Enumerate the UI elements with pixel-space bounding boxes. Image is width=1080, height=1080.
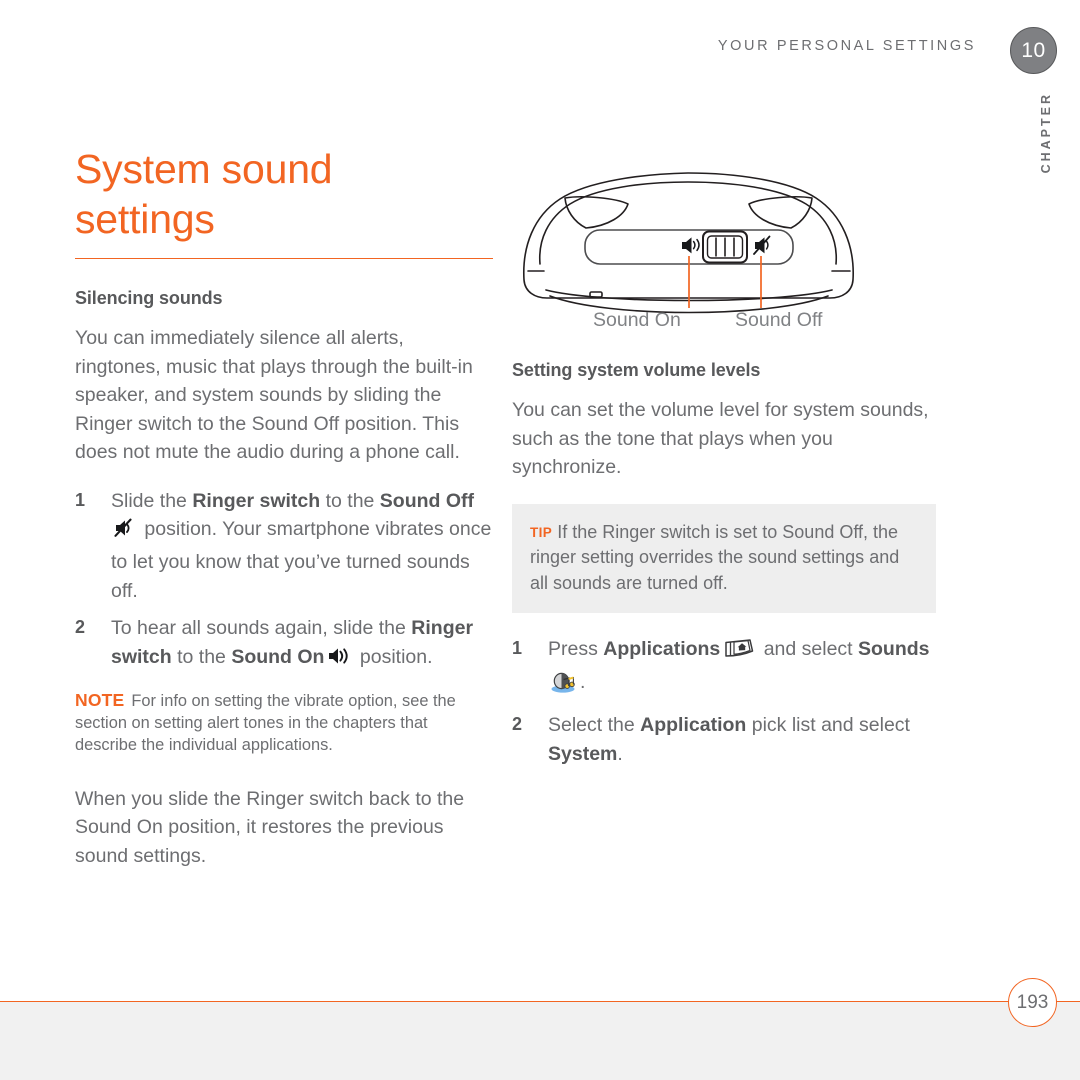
applications-key-icon	[722, 637, 756, 668]
running-head: YOUR PERSONAL SETTINGS	[717, 38, 976, 54]
intro-paragraph-silencing: You can immediately silence all alerts, …	[75, 327, 473, 464]
step-number: 2	[75, 617, 86, 638]
note-block: NOTE For info on setting the vibrate opti…	[75, 689, 493, 756]
ringer-slider	[702, 230, 748, 264]
callout-label-sound-off: Sound Off	[735, 309, 823, 331]
page-title: System sound settings	[75, 144, 493, 258]
step-text-fragment: to the	[320, 489, 380, 512]
page-number-badge: 193	[1008, 978, 1057, 1027]
smartphone-ringer-switch-illustration: Sound On Sound Off	[512, 168, 936, 346]
step-text-fragment: Slide the	[111, 489, 193, 512]
list-item: 2 To hear all sounds again, slide the Ri…	[75, 614, 493, 675]
tip-box: TIP If the Ringer switch is set to Sound …	[512, 503, 936, 614]
callout-label-sound-on: Sound On	[593, 309, 681, 331]
step-text-fragment: .	[617, 743, 623, 766]
list-item: 1 Slide the Ringer switch to the Sound O…	[75, 487, 493, 605]
step-text-bold: Sound On	[231, 645, 325, 668]
steps-list-volume: 1 Press Applications and select Sounds. …	[512, 635, 936, 768]
footer-divider	[0, 1001, 1080, 1002]
footer-band	[0, 1002, 1080, 1080]
step-text-fragment: position.	[354, 645, 433, 668]
step-text-fragment: pick list and select	[746, 714, 910, 737]
step-text-fragment: .	[580, 670, 586, 693]
tip-text: If the Ringer switch is set to Sound Off…	[530, 521, 900, 593]
step-text-bold: Applications	[603, 638, 721, 661]
section-heading-volume-levels: Setting system volume levels	[512, 360, 761, 380]
page-title-line-1: System sound	[75, 146, 333, 192]
step-text-fragment: Select the	[548, 714, 641, 737]
steps-list-silencing: 1 Slide the Ringer switch to the Sound O…	[75, 487, 493, 675]
step-text: Press Applications and select Sounds.	[548, 638, 930, 693]
intro-paragraph-volume: You can set the volume level for system …	[512, 399, 929, 479]
speaker-muted-icon-device	[753, 235, 771, 255]
step-number: 1	[512, 638, 523, 659]
sound-on-icon	[326, 645, 352, 676]
step-text-fragment: To hear all sounds again, slide the	[111, 617, 412, 640]
tip-label: TIP	[530, 524, 553, 540]
note-text: For info on setting the vibrate option, …	[75, 692, 456, 754]
note-label: NOTE	[75, 690, 125, 711]
list-item: 1 Press Applications and select Sounds.	[512, 635, 936, 702]
step-text-bold: Sounds	[858, 638, 930, 661]
sound-off-icon	[113, 517, 137, 548]
step-text: Select the Application pick list and sel…	[548, 714, 910, 765]
list-item: 2 Select the Application pick list and s…	[512, 711, 936, 768]
step-text-bold: Sound Off	[379, 489, 475, 512]
right-column: Sound On Sound Off Setting system volume…	[512, 168, 936, 783]
right-column-body: Setting system volume levels You can set…	[512, 360, 936, 769]
step-text: To hear all sounds again, slide the Ring…	[111, 617, 473, 668]
step-number: 1	[75, 489, 86, 510]
speaker-on-icon-device	[682, 237, 700, 254]
step-text-fragment: position. Your smartphone vibrates once …	[111, 518, 492, 602]
step-text-fragment: Press	[548, 638, 604, 661]
step-text-fragment: to the	[171, 645, 232, 668]
step-number: 2	[512, 714, 523, 735]
step-text-bold: Application	[640, 714, 747, 737]
closing-paragraph: When you slide the Ringer switch back to…	[75, 787, 465, 867]
left-column: System sound settings Silencing sounds Yo…	[75, 144, 493, 890]
step-text-bold: Ringer switch	[192, 489, 321, 512]
page-title-line-2: settings	[75, 196, 215, 243]
step-text-bold: System	[548, 743, 618, 766]
chapter-label-vertical: CHAPTER	[1039, 92, 1053, 174]
section-heading-silencing-sounds: Silencing sounds	[75, 288, 223, 309]
sounds-app-icon	[550, 670, 578, 703]
step-text: Slide the Ringer switch to the Sound Off…	[111, 490, 491, 602]
chapter-number-badge: 10	[1010, 27, 1057, 74]
step-text-fragment: and select	[758, 638, 859, 661]
title-divider	[75, 258, 493, 260]
